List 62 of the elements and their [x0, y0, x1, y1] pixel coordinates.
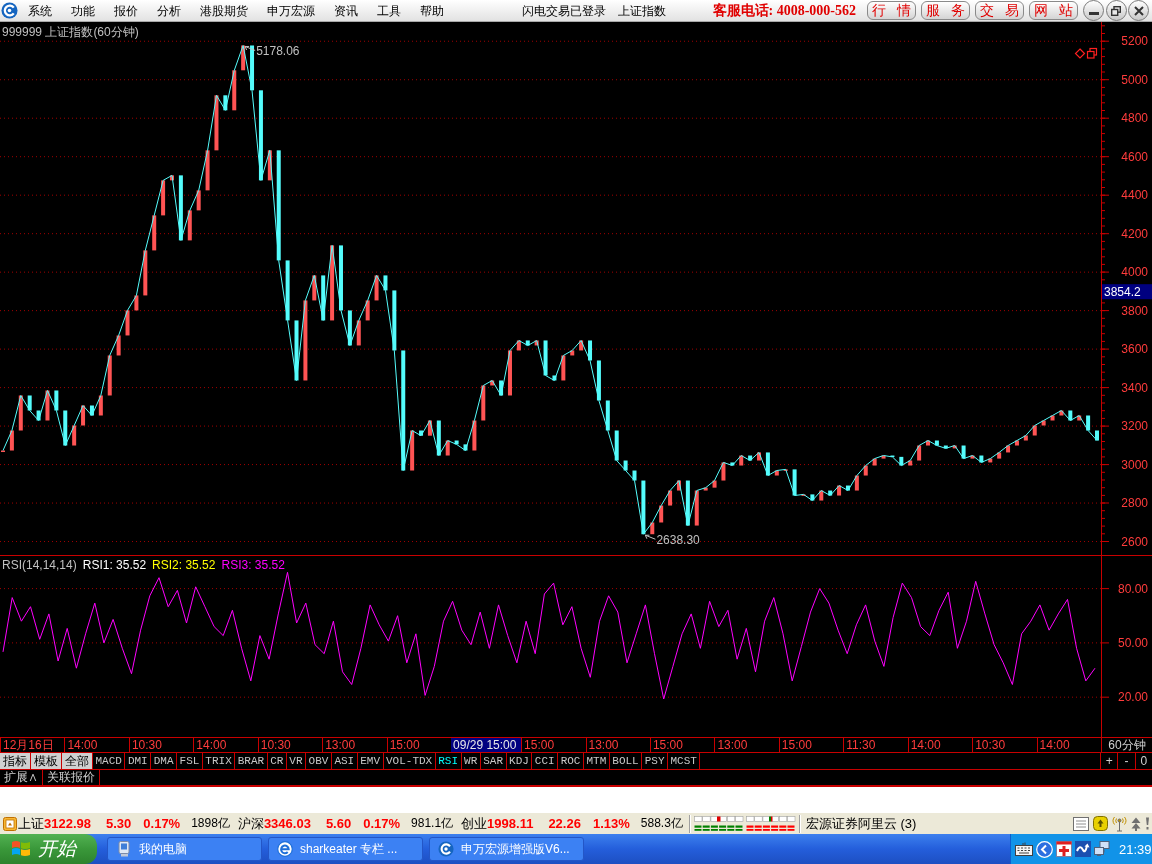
index-name: 沪深: [237, 816, 264, 831]
server-label: 宏源证券阿里云 (3): [805, 816, 917, 831]
index-name: 上证: [18, 816, 44, 831]
index-percent: 0.17%: [363, 816, 401, 831]
status-text: 闪电交易已登录: [522, 2, 606, 19]
axis-label: 4000: [1121, 265, 1148, 280]
index-name: 创业: [461, 816, 488, 831]
time-label: 14:00: [1036, 738, 1101, 752]
time-label: 13:00: [585, 738, 650, 752]
axis-label: 80.00: [1117, 581, 1148, 596]
time-label: 13:00: [322, 738, 387, 752]
indicator-reading: RSI3: 35.52: [221, 558, 285, 572]
time-label: 12月16日: [0, 738, 65, 752]
index-price: 3122.98: [44, 816, 91, 831]
time-label: 10:30: [128, 738, 194, 752]
axis-label: 50.00: [1117, 635, 1148, 650]
time-label: 14:00: [64, 738, 129, 752]
index-volume: 1898亿: [191, 816, 230, 831]
extreme-price-label: 2638.30: [656, 533, 700, 548]
time-label: 10:30: [257, 738, 323, 752]
time-label: 10:30: [972, 738, 1037, 752]
index-percent: 0.17%: [143, 816, 181, 831]
clock-text: 21:39: [1119, 842, 1152, 856]
time-label: 13:00: [714, 738, 779, 752]
extreme-price-label: 5178.06: [256, 44, 300, 59]
time-label: 14:00: [907, 738, 973, 752]
indicator-title: RSI(14,14,14): [2, 558, 77, 572]
index-volume: 981.1亿: [411, 816, 454, 831]
time-label: 11:30: [843, 738, 908, 752]
axis-label: 2800: [1121, 496, 1148, 511]
axis-label: 4800: [1121, 111, 1148, 126]
axis-label: 4400: [1121, 188, 1148, 203]
axis-label: 3200: [1121, 419, 1148, 434]
period-label: 60分钟: [1101, 738, 1152, 752]
axis-label: 3400: [1121, 380, 1148, 395]
index-change: 5.30: [106, 816, 132, 831]
axis-label: 3000: [1121, 457, 1148, 472]
axis-label: 5200: [1121, 34, 1148, 49]
time-label: 15:00: [778, 738, 844, 752]
axis-label: 2600: [1121, 534, 1148, 549]
index-volume: 588.3亿: [640, 816, 683, 831]
time-label: 14:00: [193, 738, 258, 752]
axis-label: 4600: [1121, 149, 1148, 164]
index-change: 22.26: [548, 816, 581, 831]
axis-label: 3800: [1121, 303, 1148, 318]
axis-label: 5000: [1121, 72, 1148, 87]
time-label: 15:00: [521, 738, 586, 752]
index-price: 1998.11: [487, 816, 534, 831]
indicator-reading: RSI2: 35.52: [152, 558, 216, 572]
chart-title: 999999 上证指数(60分钟): [2, 25, 139, 39]
status-text: 上证指数: [618, 2, 666, 19]
index-change: 5.60: [325, 816, 352, 831]
cursor-price-label: 3854.2: [1102, 284, 1152, 300]
index-price: 3346.03: [263, 816, 311, 831]
indicator-reading: RSI1: 35.52: [82, 558, 147, 572]
axis-label: 20.00: [1117, 690, 1148, 705]
time-label: 15:00: [649, 738, 715, 752]
hotline-text: 客服电话: 4008-000-562: [712, 2, 856, 19]
cursor-time-label: 09/29 15:00: [451, 738, 522, 752]
axis-label: 3600: [1121, 342, 1148, 357]
axis-label: 4200: [1121, 226, 1148, 241]
index-percent: 1.13%: [592, 816, 630, 831]
